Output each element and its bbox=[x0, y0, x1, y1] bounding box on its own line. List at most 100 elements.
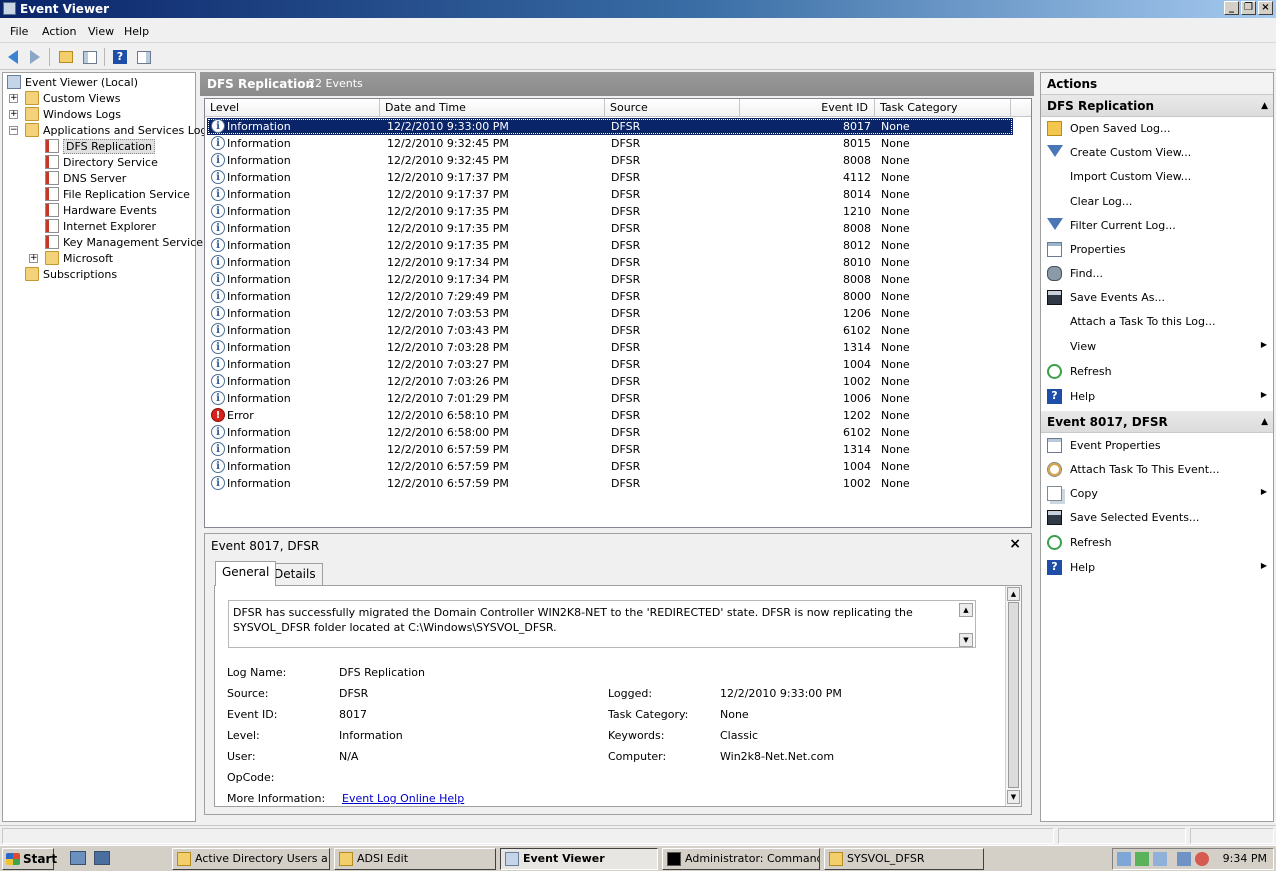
action-attach-a-task-to-this-log[interactable]: Attach a Task To this Log... bbox=[1041, 311, 1273, 333]
menu-help[interactable]: Help bbox=[124, 25, 149, 38]
table-row[interactable]: i Information 12/2/2010 9:32:45 PM DFSR 8008… bbox=[207, 152, 1013, 169]
action-refresh[interactable]: Refresh bbox=[1041, 532, 1273, 554]
tree-item-file-replication-service[interactable]: File Replication Service bbox=[45, 186, 190, 202]
column-header-date-time[interactable]: Date and Time bbox=[380, 99, 605, 117]
close-button[interactable]: × bbox=[1258, 1, 1273, 15]
table-row[interactable]: i Information 12/2/2010 9:17:35 PM DFSR 8012… bbox=[207, 237, 1013, 254]
taskbar-item-sysvol-dfsr[interactable]: SYSVOL_DFSR bbox=[824, 848, 984, 870]
collapse-caret-icon[interactable]: ▲ bbox=[1261, 411, 1268, 433]
table-row[interactable]: i Information 12/2/2010 6:57:59 PM DFSR 1314… bbox=[207, 441, 1013, 458]
restore-button[interactable]: ❐ bbox=[1241, 1, 1256, 15]
taskbar-item-ad-users[interactable]: Active Directory Users a... bbox=[172, 848, 330, 870]
menu-view[interactable]: View bbox=[88, 25, 114, 38]
table-row[interactable]: i Information 12/2/2010 6:57:59 PM DFSR 1002… bbox=[207, 475, 1013, 492]
action-import-custom-view[interactable]: Import Custom View... bbox=[1041, 166, 1273, 188]
collapse-caret-icon[interactable]: ▲ bbox=[1261, 95, 1268, 117]
table-row[interactable]: i Information 12/2/2010 7:03:26 PM DFSR 1002… bbox=[207, 373, 1013, 390]
actions-section-event[interactable]: Event 8017, DFSR ▲ bbox=[1041, 411, 1273, 433]
action-refresh[interactable]: Refresh bbox=[1041, 361, 1273, 383]
column-header-task-category[interactable]: Task Category bbox=[875, 99, 1011, 117]
forward-button[interactable] bbox=[25, 47, 45, 67]
tree-item-dns-server[interactable]: DNS Server bbox=[45, 170, 126, 186]
table-row[interactable]: i Information 12/2/2010 9:33:00 PM DFSR 8017… bbox=[207, 118, 1013, 135]
event-log-online-help-link[interactable]: Event Log Online Help bbox=[342, 792, 464, 805]
expand-custom-views[interactable]: + bbox=[9, 94, 18, 103]
table-row[interactable]: i Information 12/2/2010 9:17:34 PM DFSR 8008… bbox=[207, 271, 1013, 288]
table-row[interactable]: i Information 12/2/2010 7:03:43 PM DFSR 6102… bbox=[207, 322, 1013, 339]
action-save-events-as[interactable]: Save Events As... bbox=[1041, 287, 1273, 309]
table-row[interactable]: ! Error 12/2/2010 6:58:10 PM DFSR 1202 None bbox=[207, 407, 1013, 424]
message-scroll-up-icon[interactable]: ▲ bbox=[959, 603, 973, 617]
expand-windows-logs[interactable]: + bbox=[9, 110, 18, 119]
show-hide-tree-button[interactable] bbox=[80, 47, 100, 67]
tray-connection-icon[interactable] bbox=[1177, 852, 1191, 866]
show-desktop-quicklaunch-icon[interactable] bbox=[94, 851, 110, 865]
tree-item-subscriptions[interactable]: Subscriptions bbox=[25, 266, 117, 282]
taskbar-item-event-viewer[interactable]: Event Viewer bbox=[500, 848, 658, 870]
table-row[interactable]: i Information 12/2/2010 7:29:49 PM DFSR 8000… bbox=[207, 288, 1013, 305]
tree-item-internet-explorer[interactable]: Internet Explorer bbox=[45, 218, 156, 234]
action-attach-task-to-this-event[interactable]: Attach Task To This Event... bbox=[1041, 459, 1273, 481]
tray-network-icon[interactable] bbox=[1117, 852, 1131, 866]
tree-item-windows-logs[interactable]: Windows Logs bbox=[25, 106, 121, 122]
actions-section-dfs-replication[interactable]: DFS Replication ▲ bbox=[1041, 95, 1273, 117]
tray-security-icon[interactable] bbox=[1135, 852, 1149, 866]
table-row[interactable]: i Information 12/2/2010 9:17:37 PM DFSR 4112… bbox=[207, 169, 1013, 186]
action-help[interactable]: ? Help ▶ bbox=[1041, 386, 1273, 408]
scroll-thumb[interactable] bbox=[1008, 602, 1019, 788]
tree-item-hardware-events[interactable]: Hardware Events bbox=[45, 202, 157, 218]
action-view[interactable]: View ▶ bbox=[1041, 336, 1273, 358]
table-row[interactable]: i Information 12/2/2010 9:17:34 PM DFSR 8010… bbox=[207, 254, 1013, 271]
tray-volume-muted-icon[interactable] bbox=[1195, 852, 1209, 866]
action-clear-log[interactable]: Clear Log... bbox=[1041, 191, 1273, 213]
action-create-custom-view[interactable]: Create Custom View... bbox=[1041, 142, 1273, 164]
details-close-icon[interactable]: × bbox=[1009, 536, 1021, 552]
tree-item-microsoft[interactable]: Microsoft bbox=[45, 250, 113, 266]
start-button[interactable]: Start bbox=[2, 848, 57, 870]
event-message-box[interactable]: DFSR has successfully migrated the Domai… bbox=[228, 600, 976, 648]
action-find[interactable]: Find... bbox=[1041, 263, 1273, 285]
menu-action[interactable]: Action bbox=[42, 25, 76, 38]
taskbar-item-command-prompt[interactable]: Administrator: Command... bbox=[662, 848, 820, 870]
action-event-properties[interactable]: Event Properties bbox=[1041, 435, 1273, 457]
table-row[interactable]: i Information 12/2/2010 9:17:35 PM DFSR 1210… bbox=[207, 203, 1013, 220]
tray-monitor-icon[interactable] bbox=[1153, 852, 1167, 866]
up-folder-button[interactable] bbox=[56, 47, 76, 67]
scroll-up-icon[interactable]: ▲ bbox=[1007, 587, 1020, 601]
column-header-event-id[interactable]: Event ID bbox=[740, 99, 875, 117]
collapse-app-services-logs[interactable]: − bbox=[9, 126, 18, 135]
table-row[interactable]: i Information 12/2/2010 6:58:00 PM DFSR 6102… bbox=[207, 424, 1013, 441]
clock[interactable]: 9:34 PM bbox=[1223, 852, 1267, 865]
menu-file[interactable]: File bbox=[10, 25, 28, 38]
tree-item-key-management-service[interactable]: Key Management Service bbox=[45, 234, 203, 250]
column-header-source[interactable]: Source bbox=[605, 99, 740, 117]
minimize-button[interactable]: _ bbox=[1224, 1, 1239, 15]
tab-general[interactable]: General bbox=[215, 561, 277, 586]
table-row[interactable]: i Information 12/2/2010 7:03:28 PM DFSR 1314… bbox=[207, 339, 1013, 356]
details-scrollbar[interactable]: ▲ ▼ bbox=[1005, 586, 1021, 806]
table-row[interactable]: i Information 12/2/2010 9:17:35 PM DFSR 8008… bbox=[207, 220, 1013, 237]
column-header-level[interactable]: Level bbox=[205, 99, 380, 117]
tree-item-custom-views[interactable]: Custom Views bbox=[25, 90, 120, 106]
server-manager-quicklaunch-icon[interactable] bbox=[70, 851, 86, 865]
action-filter-current-log[interactable]: Filter Current Log... bbox=[1041, 215, 1273, 237]
expand-microsoft[interactable]: + bbox=[29, 254, 38, 263]
table-row[interactable]: i Information 12/2/2010 7:03:53 PM DFSR 1206… bbox=[207, 305, 1013, 322]
table-row[interactable]: i Information 12/2/2010 7:03:27 PM DFSR 1004… bbox=[207, 356, 1013, 373]
tree-item-dfs-replication[interactable]: DFS Replication bbox=[45, 138, 155, 154]
back-button[interactable] bbox=[3, 47, 23, 67]
message-scroll-down-icon[interactable]: ▼ bbox=[959, 633, 973, 647]
table-row[interactable]: i Information 12/2/2010 9:17:37 PM DFSR 8014… bbox=[207, 186, 1013, 203]
table-row[interactable]: i Information 12/2/2010 6:57:59 PM DFSR 1004… bbox=[207, 458, 1013, 475]
tree-root-event-viewer[interactable]: Event Viewer (Local) bbox=[7, 74, 138, 90]
tree-item-app-services-logs[interactable]: Applications and Services Logs bbox=[25, 122, 213, 138]
table-row[interactable]: i Information 12/2/2010 7:01:29 PM DFSR 1006… bbox=[207, 390, 1013, 407]
action-open-saved-log[interactable]: Open Saved Log... bbox=[1041, 118, 1273, 140]
tree-item-directory-service[interactable]: Directory Service bbox=[45, 154, 158, 170]
action-properties[interactable]: Properties bbox=[1041, 239, 1273, 261]
table-row[interactable]: i Information 12/2/2010 9:32:45 PM DFSR 8015… bbox=[207, 135, 1013, 152]
show-hide-action-pane-button[interactable] bbox=[134, 47, 154, 67]
help-toolbar-button[interactable]: ? bbox=[110, 47, 130, 67]
action-help[interactable]: ? Help ▶ bbox=[1041, 557, 1273, 579]
taskbar-item-adsi-edit[interactable]: ADSI Edit bbox=[334, 848, 496, 870]
